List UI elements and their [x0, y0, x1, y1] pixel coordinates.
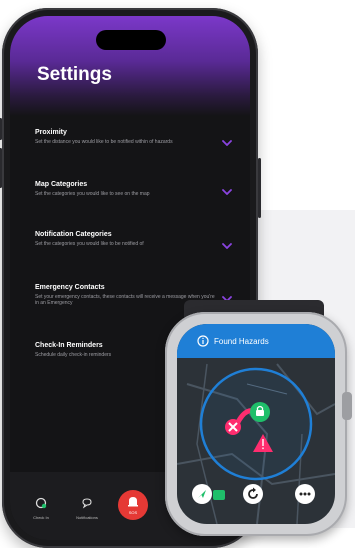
page-title: Settings [37, 64, 112, 85]
digital-crown[interactable] [342, 392, 352, 420]
more-button[interactable] [295, 484, 315, 504]
watch-title: Found Hazards [214, 337, 269, 346]
settings-item-title: Map Categories [35, 181, 88, 188]
check-in-icon [35, 497, 47, 509]
phone-button [258, 158, 261, 218]
settings-item-desc: Set the categories you would like to be … [35, 241, 144, 247]
nav-label: Check In [33, 515, 49, 520]
more-icon [299, 492, 311, 496]
settings-item-notification-categories[interactable]: Notification Categories Set the categori… [35, 231, 215, 247]
settings-item-title: Proximity [35, 129, 67, 136]
refresh-icon [248, 487, 258, 499]
chevron-down-icon[interactable] [222, 189, 232, 195]
chevron-down-icon[interactable] [222, 140, 232, 146]
nav-label: Notifications [76, 515, 98, 520]
compass-icon [198, 490, 206, 498]
refresh-button[interactable] [243, 484, 263, 504]
phone-button [0, 148, 2, 188]
dynamic-island [96, 30, 166, 50]
alarm-icon [128, 497, 138, 507]
sos-label: SOS [128, 510, 138, 515]
settings-item-desc: Set the distance you would like to be no… [35, 139, 173, 145]
settings-item-title: Notification Categories [35, 231, 112, 238]
chat-bubble-icon [82, 498, 92, 509]
chevron-down-icon[interactable] [222, 243, 232, 249]
settings-item-map-categories[interactable]: Map Categories Set the categories you wo… [35, 181, 215, 197]
sos-button[interactable]: SOS [118, 490, 148, 520]
settings-item-desc: Set the categories you would like to see… [35, 191, 150, 197]
settings-item-proximity[interactable]: Proximity Set the distance you would lik… [35, 129, 215, 145]
navigate-button[interactable] [192, 484, 212, 504]
info-icon [197, 335, 209, 347]
phone-button [0, 118, 2, 140]
nav-check-in[interactable]: Check In [26, 496, 56, 520]
nav-notifications[interactable]: Notifications [72, 496, 102, 520]
watch-screen: Found Hazards [177, 324, 335, 524]
settings-item-title: Emergency Contacts [35, 284, 105, 291]
battery-icon [213, 490, 225, 500]
watch-header: Found Hazards [177, 324, 335, 358]
